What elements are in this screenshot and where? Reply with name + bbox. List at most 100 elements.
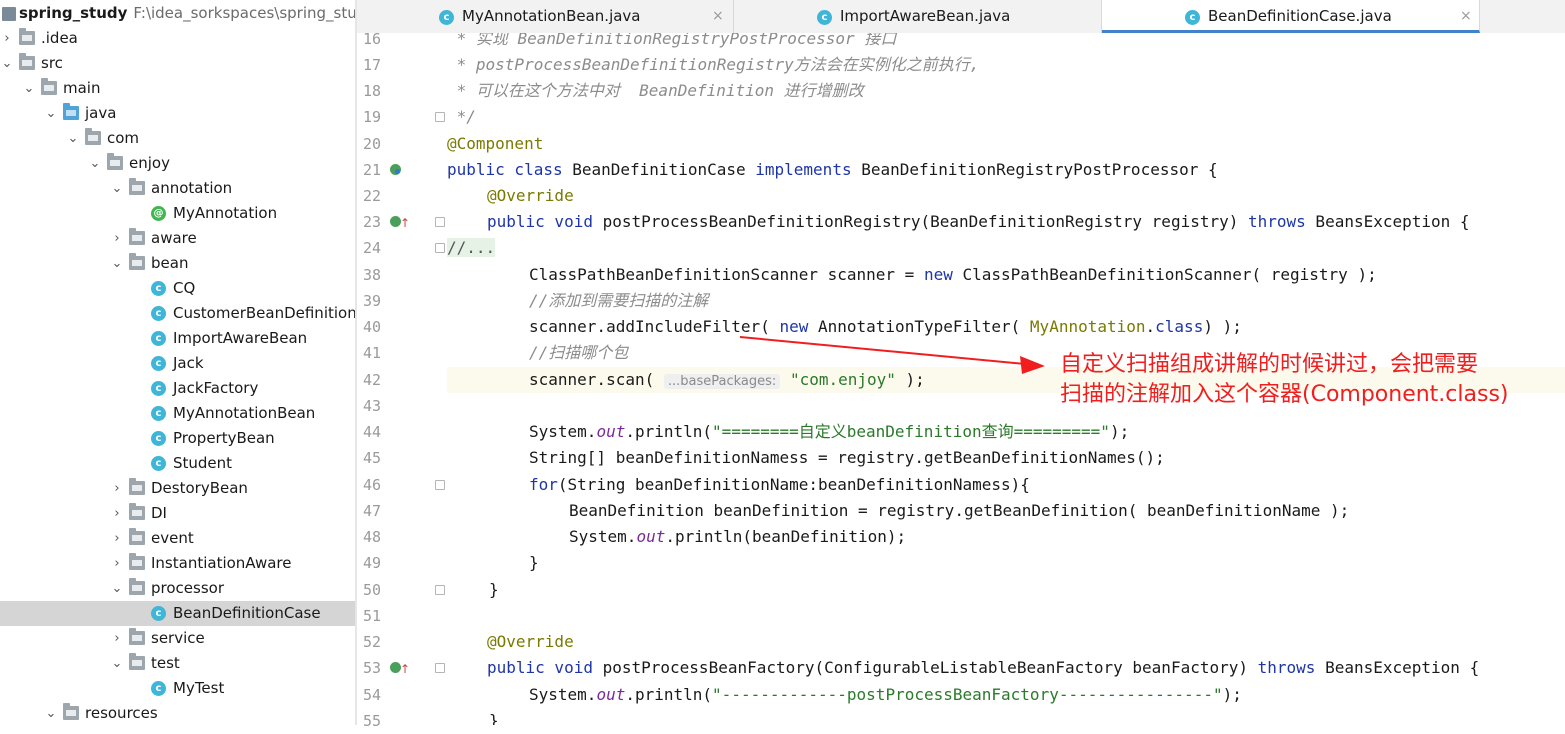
- tree-item[interactable]: › DI: [0, 501, 355, 526]
- gutter-line: 52: [357, 629, 447, 655]
- class-icon: c: [151, 331, 166, 346]
- fold-marker-icon[interactable]: [435, 112, 445, 122]
- tree-item[interactable]: ⌄ src: [0, 51, 355, 76]
- tree-item[interactable]: ⌄ resources: [0, 701, 355, 725]
- override-method-icon[interactable]: [390, 210, 410, 236]
- tree-item[interactable]: ⌄ processor: [0, 576, 355, 601]
- chevron-right-icon[interactable]: ›: [110, 226, 124, 251]
- fold-marker-icon[interactable]: [435, 243, 445, 253]
- chevron-down-icon[interactable]: ⌄: [110, 576, 124, 601]
- line-number: 54: [362, 686, 381, 704]
- tree-item[interactable]: › .idea: [0, 26, 355, 51]
- gutter-line: 38: [357, 262, 447, 288]
- line-number: 39: [362, 292, 381, 310]
- gutter-line: 20: [357, 131, 447, 157]
- tree-item-label: InstantiationAware: [151, 554, 292, 572]
- fold-marker-icon[interactable]: [435, 663, 445, 673]
- tree-item[interactable]: c MyAnnotationBean: [0, 401, 355, 426]
- tree-item[interactable]: ⌄ java: [0, 101, 355, 126]
- class-icon: c: [151, 356, 166, 371]
- tree-item[interactable]: › InstantiationAware: [0, 551, 355, 576]
- editor-gutter: 16 17 18 19 20 21 22 23 24 38 39 40 41 42 43 44 45 46 47 48…: [357, 30, 469, 730]
- close-icon[interactable]: ×: [712, 0, 724, 33]
- chevron-down-icon[interactable]: ⌄: [44, 701, 58, 725]
- folded-region[interactable]: //...: [447, 235, 1565, 261]
- tree-item[interactable]: c MyTest: [0, 676, 355, 701]
- fold-marker-icon[interactable]: [435, 585, 445, 595]
- gutter-line: 44: [357, 419, 447, 445]
- tree-item-label: annotation: [151, 179, 233, 197]
- chevron-down-icon[interactable]: ⌄: [66, 126, 80, 151]
- folder-icon: [19, 28, 35, 45]
- tree-item[interactable]: c JackFactory: [0, 376, 355, 401]
- close-icon[interactable]: ×: [1460, 0, 1472, 33]
- gutter-line: 48: [357, 524, 447, 550]
- chevron-down-icon[interactable]: ⌄: [44, 101, 58, 126]
- line-number: 21: [362, 161, 381, 179]
- tree-item[interactable]: c ImportAwareBean: [0, 326, 355, 351]
- chevron-down-icon[interactable]: ⌄: [110, 176, 124, 201]
- fold-marker-icon[interactable]: [435, 217, 445, 227]
- tree-item[interactable]: c BeanDefinitionCase: [0, 601, 355, 626]
- gutter-line: 45: [357, 445, 447, 471]
- tree-item-label: java: [85, 104, 117, 122]
- project-root[interactable]: spring_study F:\idea_sorkspaces\spring_st…: [0, 1, 355, 26]
- folder-icon: [129, 178, 145, 195]
- tree-item[interactable]: c CustomerBeanDefinition: [0, 301, 355, 326]
- tree-item-label: test: [151, 654, 180, 672]
- class-icon: c: [151, 681, 166, 696]
- tree-item[interactable]: › event: [0, 526, 355, 551]
- tree-item[interactable]: c CQ: [0, 276, 355, 301]
- line-number: 44: [362, 423, 381, 441]
- tree-item[interactable]: c PropertyBean: [0, 426, 355, 451]
- tree-item-label: main: [63, 79, 101, 97]
- tree-item[interactable]: @ MyAnnotation: [0, 201, 355, 226]
- chevron-right-icon[interactable]: ›: [110, 476, 124, 501]
- line-number: 19: [362, 108, 381, 126]
- tab-beandefinitioncase[interactable]: c BeanDefinitionCase.java ×: [1102, 0, 1480, 33]
- chevron-down-icon[interactable]: ⌄: [110, 251, 124, 276]
- tree-item-label: bean: [151, 254, 189, 272]
- tree-item[interactable]: › service: [0, 626, 355, 651]
- class-icon: c: [151, 381, 166, 396]
- gutter-line: 18: [357, 78, 447, 104]
- override-method-icon[interactable]: [390, 656, 410, 682]
- spring-bean-icon[interactable]: [390, 164, 401, 175]
- gutter-line: 42: [357, 367, 469, 393]
- chevron-down-icon[interactable]: ⌄: [88, 151, 102, 176]
- code-line: }: [489, 580, 499, 599]
- tree-item[interactable]: ⌄ enjoy: [0, 151, 355, 176]
- gutter-line: 50: [357, 577, 447, 603]
- tree-item[interactable]: ⌄ annotation: [0, 176, 355, 201]
- tree-item[interactable]: c Student: [0, 451, 355, 476]
- chevron-right-icon[interactable]: ›: [110, 626, 124, 651]
- chevron-down-icon[interactable]: ⌄: [110, 651, 124, 676]
- chevron-down-icon[interactable]: ⌄: [0, 51, 14, 76]
- tree-item[interactable]: c Jack: [0, 351, 355, 376]
- tree-item[interactable]: ⌄ test: [0, 651, 355, 676]
- chevron-right-icon[interactable]: ›: [110, 501, 124, 526]
- tab-importawarebean[interactable]: c ImportAwareBean.java: [734, 0, 1102, 33]
- folder-icon: [129, 628, 145, 645]
- tree-item-label: aware: [151, 229, 197, 247]
- gutter-line: 41: [357, 340, 447, 366]
- chevron-right-icon[interactable]: ›: [110, 551, 124, 576]
- class-icon: c: [1185, 10, 1200, 25]
- code-line: for(String beanDefinitionName:beanDefini…: [529, 475, 1030, 494]
- chevron-right-icon[interactable]: ›: [110, 526, 124, 551]
- callout-line-1: 自定义扫描组成讲解的时候讲过，会把需要: [1060, 352, 1479, 377]
- callout-line-2: 扫描的注解加入这个容器(Component.class): [1060, 382, 1509, 407]
- line-number: 16: [362, 30, 381, 48]
- line-number: 52: [362, 633, 381, 651]
- chevron-right-icon[interactable]: ›: [0, 26, 14, 51]
- tree-item[interactable]: › DestoryBean: [0, 476, 355, 501]
- chevron-down-icon[interactable]: ⌄: [22, 76, 36, 101]
- fold-marker-icon[interactable]: [435, 480, 445, 490]
- project-tree-panel: spring_study F:\idea_sorkspaces\spring_st…: [0, 0, 355, 725]
- gutter-line: 40: [357, 314, 447, 340]
- tree-item-label: Student: [173, 454, 233, 472]
- tree-item[interactable]: ⌄ bean: [0, 251, 355, 276]
- tree-item[interactable]: ⌄ com: [0, 126, 355, 151]
- tree-item[interactable]: › aware: [0, 226, 355, 251]
- tree-item[interactable]: ⌄ main: [0, 76, 355, 101]
